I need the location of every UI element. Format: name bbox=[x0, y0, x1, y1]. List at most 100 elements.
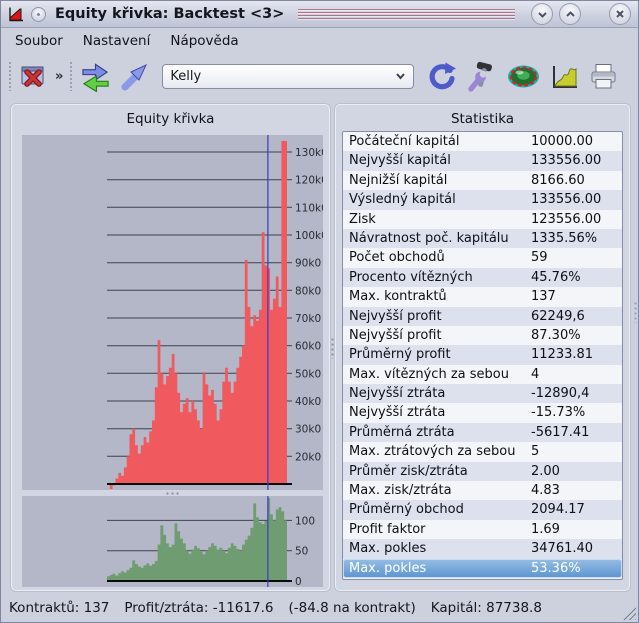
stats-row[interactable]: Nejvyšší ztráta -15.73% bbox=[343, 403, 622, 422]
maximize-button[interactable] bbox=[559, 3, 581, 25]
window-title: Equity křivka: Backtest <3> bbox=[55, 6, 285, 22]
stats-label: Návratnost poč. kapitálu bbox=[349, 230, 509, 246]
strategy-combobox[interactable]: Kelly bbox=[162, 63, 415, 89]
stats-label: Nejvyšší profit bbox=[349, 327, 442, 343]
titlebar-grip bbox=[298, 8, 515, 20]
svg-text:0: 0 bbox=[295, 576, 302, 587]
menu-soubor[interactable]: Soubor bbox=[5, 30, 73, 52]
window-edge-handle[interactable] bbox=[634, 301, 637, 323]
stats-row[interactable]: Nejvyšší kapitál 133556.00 bbox=[343, 151, 622, 171]
combobox-value: Kelly bbox=[170, 68, 202, 84]
toolbar-handle[interactable] bbox=[69, 61, 74, 91]
status-profit-loss: Profit/ztráta: -11617.6 bbox=[124, 600, 274, 616]
close-x-icon bbox=[616, 10, 624, 18]
svg-text:70k0: 70k0 bbox=[295, 313, 321, 325]
stats-value: 53.36% bbox=[531, 560, 581, 576]
stats-value: 137 bbox=[531, 289, 556, 305]
stats-value: 1335.56% bbox=[531, 230, 598, 246]
stats-value: 10000.00 bbox=[531, 134, 594, 149]
svg-text:30k0: 30k0 bbox=[295, 424, 321, 436]
svg-text:20k0: 20k0 bbox=[295, 451, 321, 463]
statistics-list[interactable]: Počáteční kapitál 10000.00 Nejvyšší kapitá… bbox=[342, 131, 623, 580]
toolbar-overflow-button[interactable]: » bbox=[55, 69, 63, 84]
resize-grip[interactable] bbox=[623, 607, 636, 620]
stats-label: Max. zisk/ztráta bbox=[349, 483, 452, 499]
equity-chart[interactable]: 130k0 120k0 110k0 100k0 90k0 80k0 70k0 60k0 50k0… bbox=[22, 135, 323, 490]
stats-label: Výsledný kapitál bbox=[349, 192, 456, 208]
stats-row[interactable]: Počáteční kapitál 10000.00 bbox=[343, 132, 622, 151]
titlebar[interactable]: Equity křivka: Backtest <3> bbox=[1, 1, 638, 28]
statistics-panel-title: Statistika bbox=[450, 111, 515, 127]
stats-label: Procento vítězných bbox=[349, 269, 473, 285]
stats-row[interactable]: Max. pokles 53.36% bbox=[343, 558, 622, 578]
stats-value: 1.69 bbox=[531, 521, 560, 537]
stats-row[interactable]: Max. ztrátových za sebou 5 bbox=[343, 442, 622, 461]
status-per-contract: (-84.8 na kontrakt) bbox=[288, 600, 416, 616]
equity-panel-title: Equity křivka bbox=[126, 111, 215, 127]
stats-row[interactable]: Procento vítězných 45.76% bbox=[343, 267, 622, 288]
stats-row[interactable]: Průměrný obchod 2094.17 bbox=[343, 500, 622, 520]
roulette-button[interactable] bbox=[504, 60, 543, 93]
stats-value: 2094.17 bbox=[531, 502, 585, 518]
stats-value: 87.30% bbox=[531, 327, 581, 343]
stats-label: Průměrná ztráta bbox=[349, 424, 455, 440]
chevron-down-icon bbox=[537, 11, 547, 18]
printer-icon bbox=[591, 63, 616, 88]
app-window: Equity křivka: Backtest <3> Soubor Nasta… bbox=[0, 0, 639, 623]
stats-row[interactable]: Max. pokles 34761.40 bbox=[343, 539, 622, 559]
stats-value: 5 bbox=[531, 444, 540, 460]
stats-row[interactable]: Počet obchodů 59 bbox=[343, 248, 622, 267]
stats-row[interactable]: Max. kontraktů 137 bbox=[343, 287, 622, 306]
stats-row[interactable]: Max. zisk/ztráta 4.83 bbox=[343, 481, 622, 500]
minimize-button[interactable] bbox=[531, 3, 553, 25]
stats-row[interactable]: Průměr zisk/ztráta 2.00 bbox=[343, 461, 622, 482]
stats-row[interactable]: Nejvyšší ztráta -12890,4 bbox=[343, 384, 622, 404]
svg-text:50: 50 bbox=[295, 546, 308, 558]
toolbar: » Kelly bbox=[1, 53, 638, 99]
stats-label: Max. pokles bbox=[349, 560, 427, 576]
swap-button[interactable] bbox=[78, 59, 113, 94]
stats-value: 11233.81 bbox=[531, 347, 594, 363]
stats-value: 4.83 bbox=[531, 483, 560, 499]
toolbar-handle[interactable] bbox=[8, 61, 12, 91]
stats-row[interactable]: Průměrná ztráta -5617.41 bbox=[343, 422, 622, 443]
svg-text:60k0: 60k0 bbox=[295, 341, 321, 353]
stats-value: 133556.00 bbox=[531, 192, 602, 208]
close-button[interactable] bbox=[609, 3, 631, 25]
stats-value: 45.76% bbox=[531, 269, 581, 285]
stats-row[interactable]: Profit faktor 1.69 bbox=[343, 520, 622, 539]
stats-value: 8166.60 bbox=[531, 172, 585, 188]
stats-value: 34761.40 bbox=[531, 541, 594, 557]
menu-nastaveni[interactable]: Nastavení bbox=[73, 30, 161, 52]
close-equity-button[interactable] bbox=[17, 61, 50, 92]
stats-row[interactable]: Zisk 123556.00 bbox=[343, 210, 622, 229]
stats-label: Max. kontraktů bbox=[349, 289, 447, 305]
stats-row[interactable]: Nejnižší kapitál 8166.60 bbox=[343, 171, 622, 190]
stats-row[interactable]: Nejvyšší profit 62249,6 bbox=[343, 306, 622, 326]
chevron-up-icon bbox=[565, 10, 575, 17]
stats-value: -12890,4 bbox=[531, 386, 590, 402]
stats-row[interactable]: Průměrný profit 11233.81 bbox=[343, 345, 622, 365]
stats-row[interactable]: Max. vítězných za sebou 4 bbox=[343, 365, 622, 384]
svg-text:120k0: 120k0 bbox=[295, 175, 323, 187]
stats-row[interactable]: Nejvyšší profit 87.30% bbox=[343, 326, 622, 345]
statistics-panel: Statistika Počáteční kapitál 10000.00 Nejv… bbox=[335, 104, 630, 591]
menu-napoveda[interactable]: Nápověda bbox=[160, 30, 248, 52]
stats-row[interactable]: Výsledný kapitál 133556.00 bbox=[343, 190, 622, 210]
stats-value: -5617.41 bbox=[531, 424, 590, 440]
pin-button[interactable] bbox=[31, 6, 46, 22]
refresh-button[interactable] bbox=[424, 59, 459, 94]
trend-arrow-button[interactable] bbox=[117, 60, 150, 93]
chart-icon bbox=[553, 65, 578, 88]
stats-row[interactable]: Návratnost poč. kapitálu 1335.56% bbox=[343, 228, 622, 249]
stats-value: 2.00 bbox=[531, 463, 560, 479]
stats-label: Profit faktor bbox=[349, 521, 426, 537]
stats-label: Nejvyšší ztráta bbox=[349, 386, 446, 402]
configure-button[interactable] bbox=[463, 59, 500, 94]
print-button[interactable] bbox=[586, 60, 621, 93]
equity-chart-button[interactable] bbox=[547, 60, 582, 93]
stats-value: 62249,6 bbox=[531, 308, 585, 324]
contracts-chart[interactable]: 100 50 0 bbox=[22, 496, 323, 587]
svg-text:100: 100 bbox=[295, 515, 315, 527]
svg-text:80k0: 80k0 bbox=[295, 285, 321, 297]
